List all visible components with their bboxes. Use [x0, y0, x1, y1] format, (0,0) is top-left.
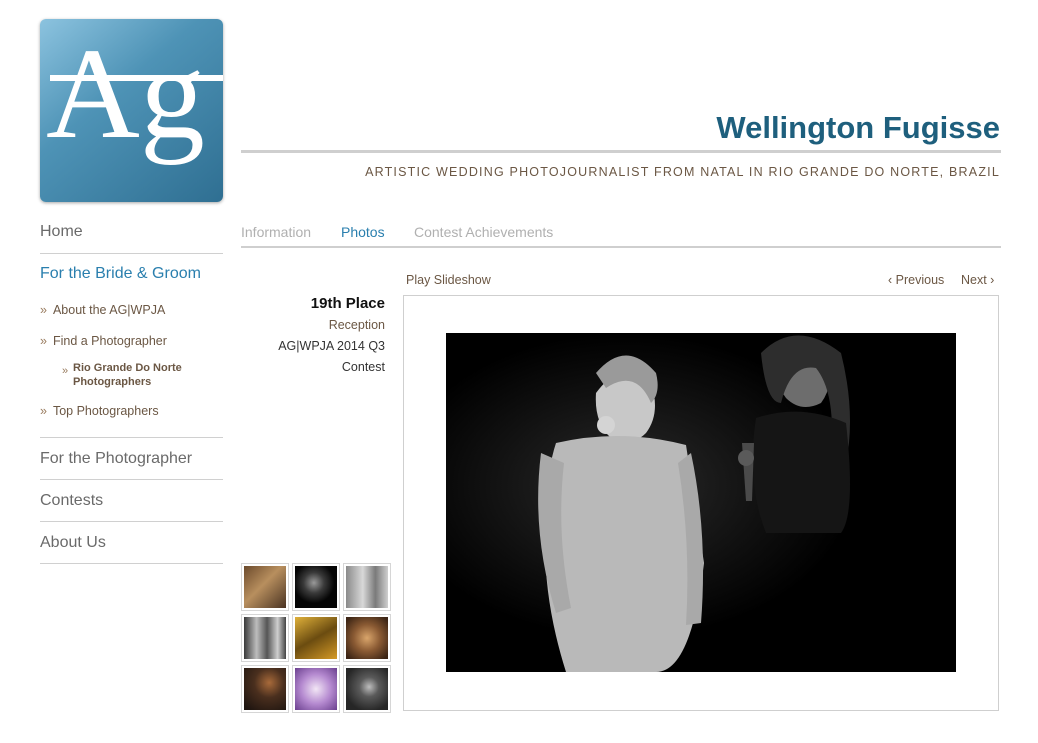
thumbnail-image: [295, 617, 337, 659]
photo-thumbnail[interactable]: [343, 563, 391, 611]
award-place: 19th Place: [310, 295, 385, 312]
thumbnail-image: [346, 617, 388, 659]
previous-photo-link[interactable]: ‹ Previous: [888, 273, 944, 287]
play-slideshow-link[interactable]: Play Slideshow: [406, 273, 491, 287]
photo-thumbnail[interactable]: [241, 665, 289, 713]
photo-thumbnail[interactable]: [241, 614, 289, 662]
photo-thumbnail[interactable]: [343, 614, 391, 662]
tab-contest-achievements[interactable]: Contest Achievements: [414, 224, 553, 240]
thumbnail-image: [295, 566, 337, 608]
main-photo[interactable]: [446, 333, 956, 672]
nav-divider: [40, 479, 223, 480]
main-photo-image: [446, 333, 956, 672]
nav-divider: [40, 437, 223, 438]
nav-about-agwpja[interactable]: » About the AG|WPJA: [40, 303, 165, 317]
nav-divider: [40, 563, 223, 564]
photo-thumbnail[interactable]: [343, 665, 391, 713]
arrow-icon: »: [40, 334, 47, 348]
thumbnail-image: [346, 566, 388, 608]
nav-about-agwpja-label: About the AG|WPJA: [52, 303, 166, 317]
nav-top-photographers[interactable]: » Top Photographers: [40, 404, 159, 418]
photo-thumbnail[interactable]: [241, 563, 289, 611]
arrow-icon: »: [62, 365, 69, 377]
photo-thumbnail[interactable]: [292, 563, 340, 611]
thumbnail-image: [244, 617, 286, 659]
nav-divider: [40, 253, 223, 254]
thumbnail-image: [244, 668, 286, 710]
photographer-name: Wellington Fugisse: [716, 110, 1000, 145]
photographer-tagline: ARTISTIC WEDDING PHOTOJOURNALIST FROM NA…: [365, 165, 1000, 179]
arrow-icon: »: [40, 303, 47, 317]
nav-divider: [40, 521, 223, 522]
header-divider: [241, 150, 1001, 153]
photo-thumbnail[interactable]: [292, 614, 340, 662]
award-contest-suffix: Contest: [341, 360, 385, 374]
award-contest: AG|WPJA 2014 Q3: [278, 339, 385, 353]
tabs-divider: [241, 246, 1001, 248]
photo-frame: [403, 295, 999, 711]
nav-find-photographer[interactable]: » Find a Photographer: [40, 334, 167, 348]
nav-rio-grande-label: Rio Grande Do Norte Photographers: [73, 362, 182, 388]
nav-for-photographer[interactable]: For the Photographer: [40, 450, 192, 468]
tab-photos[interactable]: Photos: [341, 224, 385, 240]
nav-find-photographer-label: Find a Photographer: [52, 334, 167, 348]
arrow-icon: »: [40, 404, 47, 418]
award-category[interactable]: Reception: [241, 318, 385, 332]
site-logo[interactable]: Ag: [40, 19, 223, 202]
thumbnail-image: [346, 668, 388, 710]
nav-contests[interactable]: Contests: [40, 492, 103, 510]
photo-thumbnail[interactable]: [292, 665, 340, 713]
nav-bride-groom[interactable]: For the Bride & Groom: [40, 265, 201, 283]
thumbnail-image: [244, 566, 286, 608]
logo-graphic: Ag: [46, 22, 223, 166]
thumbnail-image: [295, 668, 337, 710]
nav-top-photographers-label: Top Photographers: [52, 404, 159, 418]
nav-home[interactable]: Home: [40, 223, 83, 241]
next-photo-link[interactable]: Next ›: [961, 273, 994, 287]
nav-about-us[interactable]: About Us: [40, 534, 106, 552]
tab-information[interactable]: Information: [241, 224, 311, 240]
logo-text: Ag: [46, 22, 205, 166]
